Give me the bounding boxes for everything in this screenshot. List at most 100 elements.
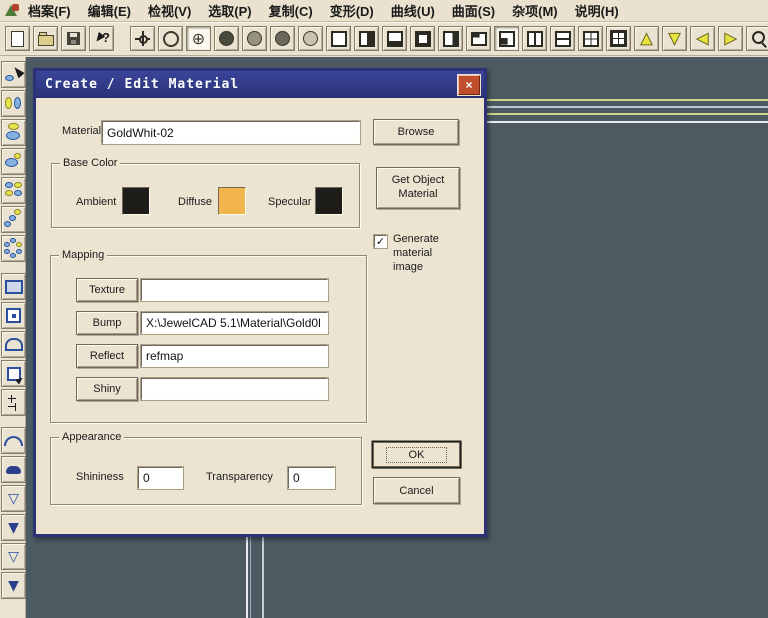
- rotate-left-icon[interactable]: ◀: [690, 26, 715, 51]
- base-color-legend: Base Color: [60, 157, 121, 169]
- cone-filled-2-icon[interactable]: ▼: [1, 572, 26, 599]
- view-right-icon[interactable]: [438, 26, 463, 51]
- guide-line-v1: [246, 537, 248, 618]
- viewport-vsplit-icon[interactable]: [522, 26, 547, 51]
- arc-outline-icon[interactable]: [1, 427, 26, 454]
- rotate-down-icon[interactable]: ▼: [662, 26, 687, 51]
- shininess-input[interactable]: [138, 467, 183, 489]
- blue-square-icon[interactable]: [1, 302, 26, 329]
- guide-line-h3: [487, 113, 768, 115]
- sphere-shaded-icon[interactable]: [214, 26, 239, 51]
- material-input[interactable]: [102, 121, 360, 144]
- tool-sidebar: ▽ ▼ ▽ ▼: [0, 57, 26, 618]
- diffuse-swatch[interactable]: [218, 187, 246, 215]
- viewport-hsplit-icon[interactable]: [550, 26, 575, 51]
- menu-help[interactable]: 说明(H): [575, 1, 619, 20]
- rotate-right-icon[interactable]: ▶: [718, 26, 743, 51]
- guide-line-v2: [250, 537, 251, 618]
- menu-copy[interactable]: 复制(C): [269, 1, 313, 20]
- material-label: Material: [62, 125, 102, 137]
- viewport-grid-bold-icon[interactable]: [606, 26, 631, 51]
- menu-misc[interactable]: 杂项(M): [512, 1, 558, 20]
- generate-checkbox-label: Generate material image: [393, 233, 439, 273]
- transparency-input[interactable]: [288, 467, 335, 489]
- app-logo-icon: [4, 3, 19, 18]
- view-corner-icon[interactable]: [494, 26, 519, 51]
- menu-file[interactable]: 档案(F): [28, 1, 71, 20]
- sphere-light-icon[interactable]: [298, 26, 323, 51]
- menu-view[interactable]: 检视(V): [148, 1, 191, 20]
- new-icon[interactable]: [5, 26, 30, 51]
- bump-input[interactable]: [141, 312, 328, 334]
- shiny-input[interactable]: [141, 378, 328, 400]
- texture-input[interactable]: [141, 279, 328, 301]
- select-cursor-icon[interactable]: [1, 61, 26, 88]
- view-frame-icon[interactable]: [410, 26, 435, 51]
- select-stack-icon[interactable]: [1, 119, 26, 146]
- jewelcad-window: 档案(F) 编辑(E) 检视(V) 选取(P) 复制(C) 变形(D) 曲线(U…: [0, 0, 768, 618]
- browse-button[interactable]: Browse: [373, 119, 459, 145]
- wire-sphere-icon[interactable]: ⊕: [186, 26, 211, 51]
- frame-rect-icon[interactable]: [1, 273, 26, 300]
- arch-icon[interactable]: [1, 331, 26, 358]
- get-object-material-button[interactable]: Get Object Material: [376, 167, 460, 209]
- mapping-group: Mapping Texture Bump Reflect Shiny: [50, 249, 367, 423]
- viewport-grid-icon[interactable]: [578, 26, 603, 51]
- sphere-dark-icon[interactable]: [270, 26, 295, 51]
- point-crosshair-icon[interactable]: [130, 26, 155, 51]
- cone-outline-2-icon[interactable]: ▽: [1, 543, 26, 570]
- view-plain-icon[interactable]: [326, 26, 351, 51]
- specular-swatch[interactable]: [315, 187, 343, 215]
- check-icon: ✓: [375, 235, 386, 248]
- ok-button[interactable]: OK: [373, 442, 460, 467]
- view-bottom-icon[interactable]: [382, 26, 407, 51]
- cancel-button[interactable]: Cancel: [373, 477, 460, 504]
- reflect-input[interactable]: [141, 345, 328, 367]
- cone-outline-icon[interactable]: ▽: [1, 485, 26, 512]
- arc-filled-icon[interactable]: [1, 456, 26, 483]
- menu-select[interactable]: 选取(P): [208, 1, 251, 20]
- ambient-swatch[interactable]: [122, 187, 150, 215]
- menu-transform[interactable]: 变形(D): [330, 1, 374, 20]
- dialog-title-bar[interactable]: Create / Edit Material ×: [36, 71, 484, 98]
- transparency-label: Transparency: [206, 471, 273, 483]
- menu-surface[interactable]: 曲面(S): [452, 1, 495, 20]
- guide-line-h1: [487, 99, 768, 101]
- select-pair-icon[interactable]: [1, 90, 26, 117]
- open-icon[interactable]: [33, 26, 58, 51]
- guide-line-v3: [262, 537, 264, 618]
- help-select-icon[interactable]: [89, 26, 114, 51]
- save-icon[interactable]: [61, 26, 86, 51]
- menu-bar: 档案(F) 编辑(E) 检视(V) 选取(P) 复制(C) 变形(D) 曲线(U…: [0, 0, 768, 22]
- close-icon[interactable]: ×: [458, 75, 480, 95]
- bump-button[interactable]: Bump: [76, 311, 138, 335]
- generate-checkbox[interactable]: ✓: [374, 235, 387, 248]
- view-half-icon[interactable]: [354, 26, 379, 51]
- create-edit-material-dialog: Create / Edit Material × Material Browse…: [33, 68, 487, 537]
- node-edit-icon[interactable]: [1, 360, 26, 387]
- shiny-button[interactable]: Shiny: [76, 377, 138, 401]
- snap-cross-icon[interactable]: [1, 389, 26, 416]
- menu-edit[interactable]: 编辑(E): [88, 1, 131, 20]
- cone-filled-icon[interactable]: ▼: [1, 514, 26, 541]
- menu-curve[interactable]: 曲线(U): [391, 1, 435, 20]
- view-title-icon[interactable]: [466, 26, 491, 51]
- select-chain-icon[interactable]: [1, 206, 26, 233]
- select-quad-icon[interactable]: [1, 177, 26, 204]
- zoom-icon[interactable]: [746, 26, 768, 51]
- sphere-gray-icon[interactable]: [242, 26, 267, 51]
- guide-line-h2: [487, 106, 768, 108]
- ambient-label: Ambient: [76, 196, 117, 208]
- dialog-title: Create / Edit Material: [45, 77, 240, 92]
- diffuse-label: Diffuse: [178, 196, 213, 208]
- shininess-label: Shininess: [76, 471, 124, 483]
- texture-button[interactable]: Texture: [76, 278, 138, 302]
- reflect-button[interactable]: Reflect: [76, 344, 138, 368]
- appearance-legend: Appearance: [59, 431, 125, 443]
- mapping-legend: Mapping: [59, 249, 108, 261]
- rotate-up-icon[interactable]: ▲: [634, 26, 659, 51]
- circle-icon[interactable]: [158, 26, 183, 51]
- select-sub-icon[interactable]: [1, 148, 26, 175]
- select-ring-icon[interactable]: [1, 235, 26, 262]
- base-color-group: Base Color Ambient Diffuse Specular: [51, 157, 360, 228]
